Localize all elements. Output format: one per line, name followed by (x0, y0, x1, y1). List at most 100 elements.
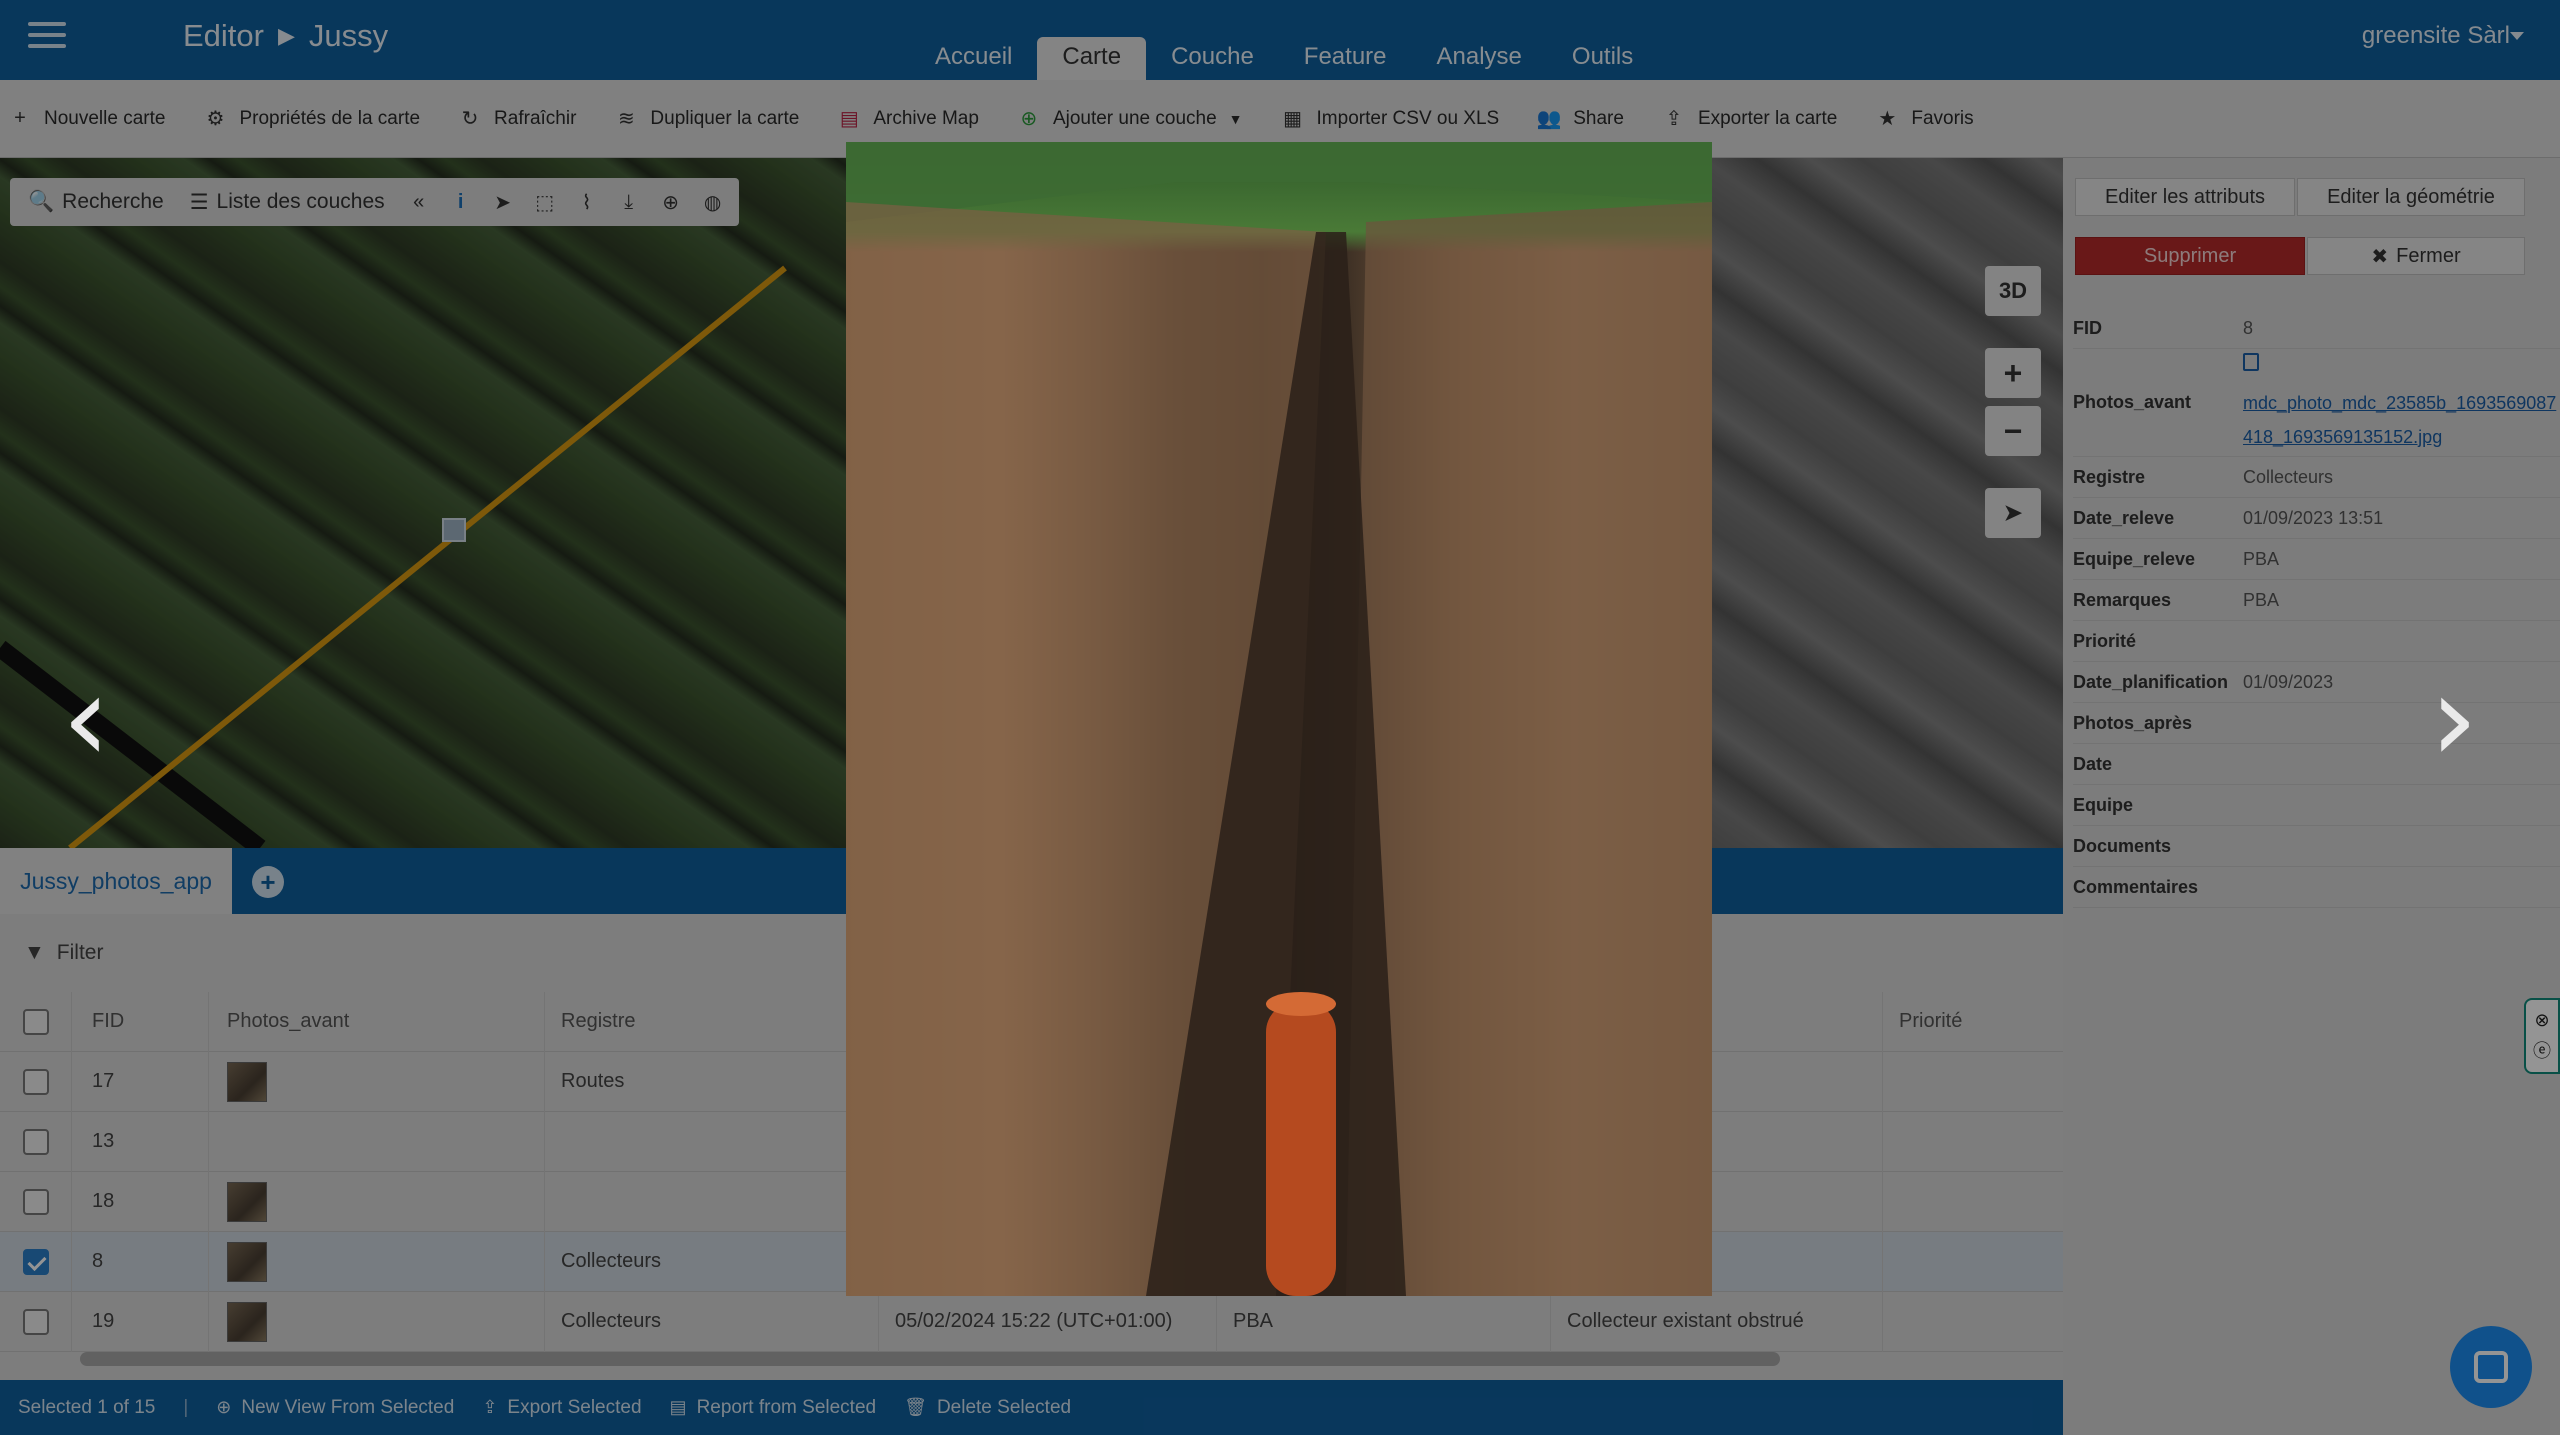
close-panel-button[interactable]: ✖ Fermer (2307, 237, 2525, 275)
layer-list-label: Liste des couches (216, 190, 385, 213)
photo-thumbnail[interactable] (227, 1181, 267, 1222)
attr-key: Priorité (2073, 630, 2137, 651)
side-widget[interactable]: ⊗ ⓔ (2524, 998, 2560, 1074)
add-layer-tab-icon[interactable]: + (252, 866, 284, 898)
share-button[interactable]: 👥 Share (1537, 107, 1624, 131)
next-photo-arrow-icon[interactable]: › (2430, 650, 2478, 789)
refresh-icon: ↻ (461, 108, 479, 130)
user-caret-icon[interactable] (2510, 32, 2524, 40)
attr-key: FID (2073, 317, 2102, 338)
export-map-label: Exporter la carte (1697, 107, 1838, 129)
info-icon[interactable]: i (443, 182, 479, 222)
select-all-checkbox[interactable] (22, 1008, 49, 1035)
tab-outils[interactable]: Outils (1547, 37, 1658, 80)
date-cell: 05/02/2024 15:22 (UTC+01:00) (879, 1291, 1217, 1352)
pointer-icon[interactable]: ➤ (485, 182, 521, 222)
new-map-button[interactable]: + Nouvelle carte (8, 107, 165, 131)
priority-cell (1883, 1232, 2063, 1292)
image-file-icon[interactable] (2243, 352, 2259, 371)
export-selected-button[interactable]: ⇪ Export Selected (482, 1397, 641, 1419)
photo-cell (209, 1171, 545, 1232)
attr-key: Date_releve (2073, 507, 2175, 528)
collapse-icon[interactable]: « (401, 182, 437, 222)
photo-link-container: mdc_photo_mdc_23585b_1693569087418_16935… (2243, 352, 2560, 454)
delete-selected-button[interactable]: 🗑 Delete Selected (904, 1397, 1071, 1419)
row-checkbox[interactable] (22, 1188, 49, 1215)
user-menu[interactable]: greensite Sàrl (2362, 22, 2510, 50)
registre-cell (545, 1111, 879, 1172)
globe-icon[interactable]: ◍ (695, 182, 731, 222)
photo-thumbnail[interactable] (227, 1061, 267, 1102)
3d-button[interactable]: 3D (1985, 266, 2041, 316)
map-properties-label: Propriétés de la carte (239, 107, 421, 129)
row-checkbox-checked[interactable] (22, 1248, 49, 1275)
close-circle-icon[interactable]: ⊗ (2534, 1010, 2549, 1031)
breadcrumb-map-name: Jussy (308, 18, 389, 53)
import-csv-button[interactable]: ▦ Importer CSV ou XLS (1281, 107, 1499, 131)
duplicate-map-button[interactable]: ≋ Dupliquer la carte (614, 107, 799, 131)
priority-cell (1883, 1292, 2063, 1352)
tab-analyse[interactable]: Analyse (1412, 37, 1547, 80)
map-tools-bar: 🔍 Recherche ☰ Liste des couches « i ➤ ⬚ ⌇ … (10, 178, 739, 226)
tab-carte[interactable]: Carte (1037, 37, 1147, 80)
previous-photo-arrow-icon[interactable]: ‹ (62, 650, 110, 789)
tab-couche[interactable]: Couche (1146, 37, 1279, 80)
row-checkbox-cell (0, 1231, 72, 1292)
zoom-out-button[interactable]: − (1985, 406, 2041, 456)
divider: | (183, 1396, 189, 1418)
attr-value: Collecteurs (2243, 466, 2334, 487)
trench-photo-lightbox[interactable] (846, 142, 1712, 1296)
horizontal-scrollbar[interactable] (80, 1352, 1780, 1366)
filter-label: Filter (56, 941, 104, 964)
zoom-in-button[interactable]: + (1985, 348, 2041, 398)
locate-icon[interactable]: ➤ (1985, 488, 2041, 538)
hamburger-menu-icon[interactable] (28, 22, 66, 52)
row-checkbox[interactable] (22, 1128, 49, 1155)
measure-icon[interactable]: ⌇ (569, 182, 605, 222)
column-header-photos-avant[interactable]: Photos_avant (209, 991, 545, 1052)
attr-value: PBA (2243, 589, 2280, 610)
fid-cell: 18 (72, 1171, 209, 1232)
delete-selected-label: Delete Selected (936, 1396, 1072, 1418)
chat-support-button[interactable] (2450, 1326, 2532, 1408)
select-box-icon[interactable]: ⬚ (527, 182, 563, 222)
pipe-feature-line[interactable] (68, 265, 787, 848)
attr-key: Photos_avant (2073, 392, 2192, 412)
search-button[interactable]: 🔍 Recherche (18, 182, 174, 222)
export-map-button[interactable]: ⇪ Exporter la carte (1662, 107, 1838, 131)
tab-layer-jussy-photos[interactable]: Jussy_photos_app (0, 848, 232, 914)
photo-link[interactable]: mdc_photo_mdc_23585b_1693569087418_16935… (2243, 393, 2556, 447)
new-view-from-selected-button[interactable]: ⊕ New View From Selected (216, 1397, 454, 1419)
row-checkbox[interactable] (22, 1068, 49, 1095)
tab-accueil[interactable]: Accueil (910, 37, 1037, 80)
list-icon: ☰ (189, 190, 209, 214)
vertex-handle[interactable] (442, 518, 466, 542)
add-layer-button[interactable]: ⊕ Ajouter une couche ▼ (1017, 107, 1243, 131)
attr-key: Commentaires (2073, 876, 2199, 897)
zoom-search-icon[interactable]: ⊕ (653, 182, 689, 222)
dropdown-caret-icon: ▼ (1228, 110, 1243, 127)
tab-feature[interactable]: Feature (1279, 37, 1412, 80)
table-row[interactable]: 19 Collecteurs 05/02/2024 15:22 (UTC+01:… (0, 1291, 2063, 1352)
column-header-priorite[interactable]: Priorité (1883, 992, 2063, 1052)
refresh-button[interactable]: ↻ Rafraîchir (458, 107, 577, 131)
delete-feature-button[interactable]: Supprimer (2075, 237, 2305, 275)
row-checkbox[interactable] (22, 1308, 49, 1335)
edit-geometry-button[interactable]: Editer la géométrie (2297, 178, 2525, 216)
photo-thumbnail[interactable] (227, 1241, 267, 1282)
archive-map-button[interactable]: ▤ Archive Map (837, 107, 979, 131)
edit-attributes-button[interactable]: Editer les attributs (2075, 178, 2295, 216)
map-properties-button[interactable]: ⚙ Propriétés de la carte (203, 107, 420, 131)
report-from-selected-button[interactable]: ▤ Report from Selected (670, 1397, 877, 1419)
fid-cell: 17 (72, 1051, 209, 1112)
layer-list-button[interactable]: ☰ Liste des couches (180, 182, 395, 222)
column-header-fid[interactable]: FID (72, 991, 209, 1052)
priority-cell (1883, 1112, 2063, 1172)
breadcrumb-editor[interactable]: Editor (183, 18, 264, 54)
export-icon: ⇪ (482, 1397, 498, 1417)
favorites-button[interactable]: ★ Favoris (1875, 107, 1973, 131)
download-icon[interactable]: ⤓ (611, 182, 647, 222)
edit-circle-icon[interactable]: ⓔ (2533, 1037, 2551, 1063)
photo-thumbnail[interactable] (227, 1301, 267, 1342)
column-header-registre[interactable]: Registre (545, 991, 879, 1052)
